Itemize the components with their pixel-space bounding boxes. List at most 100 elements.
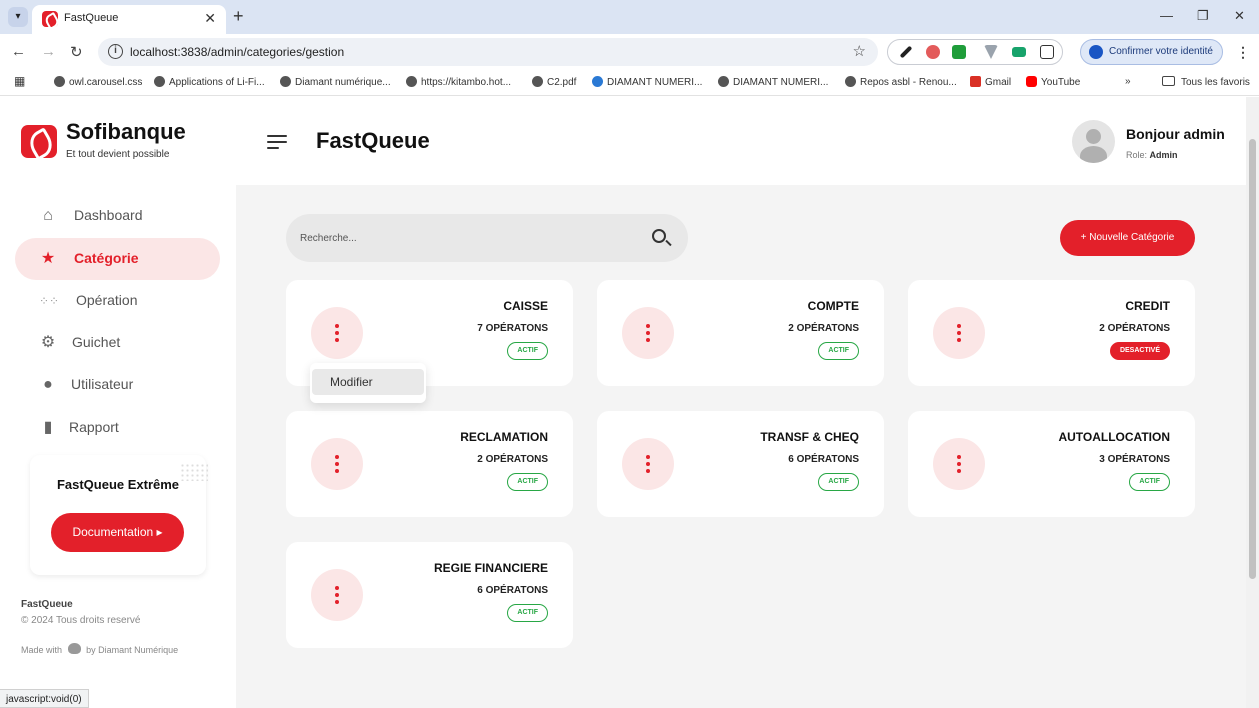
globe-icon — [718, 76, 729, 87]
site-info-icon[interactable]: i — [108, 44, 123, 59]
confirm-identity-button[interactable]: Confirmer votre identité — [1080, 39, 1223, 65]
tab-close-icon[interactable]: ✕ — [204, 10, 216, 27]
forward-icon[interactable]: → — [41, 43, 56, 60]
more-options-icon[interactable] — [311, 569, 363, 621]
category-name: AUTOALLOCATION — [1058, 430, 1170, 444]
sidebar-item-rapport[interactable]: ▮ Rapport — [15, 407, 220, 449]
status-badge: ACTIF — [818, 473, 859, 491]
user-greeting: Bonjour admin — [1126, 126, 1225, 142]
operations-count: 2 OPÉRATONS — [1099, 323, 1170, 334]
bookmarks-bar: ▦ owl.carousel.css Applications of Li-Fi… — [0, 70, 1259, 96]
footer-credit: Made with by Diamant Numérique — [21, 643, 179, 655]
status-badge: ACTIF — [507, 342, 548, 360]
document-icon: ▮ — [43, 419, 53, 436]
category-card: CREDIT 2 OPÉRATONS DESACTIVÉ — [908, 280, 1195, 386]
more-options-icon[interactable] — [933, 307, 985, 359]
bookmark-item[interactable]: YouTube — [1026, 76, 1080, 88]
sidebar-item-dashboard[interactable]: ⌂ Dashboard — [15, 195, 220, 237]
brand-name: Sofibanque — [66, 119, 186, 144]
main-content: + Nouvelle Catégorie CAISSE 7 OPÉRATONS … — [236, 185, 1255, 708]
page-scrollbar[interactable] — [1246, 97, 1259, 708]
user-icon: ● — [43, 376, 53, 393]
back-icon[interactable]: ← — [11, 43, 26, 60]
list-extension-icon[interactable] — [1012, 47, 1026, 57]
user-role: Role: Admin — [1126, 150, 1178, 160]
address-bar[interactable]: i localhost:3838/admin/categories/gestio… — [98, 38, 878, 66]
bookmark-item[interactable]: owl.carousel.css — [54, 76, 142, 88]
gear-icon: ⚙ — [40, 334, 56, 351]
category-name: TRANSF & CHEQ — [760, 430, 859, 444]
category-name: RECLAMATION — [460, 430, 548, 444]
more-options-icon[interactable] — [933, 438, 985, 490]
youtube-icon — [1026, 76, 1037, 87]
apps-grid-icon[interactable]: ▦ — [14, 74, 25, 88]
restore-icon[interactable]: ❐ — [1197, 8, 1209, 24]
bookmark-item[interactable]: C2.pdf — [532, 76, 576, 88]
bookmark-item[interactable]: DIAMANT NUMERI... — [592, 76, 702, 88]
sidebar-item-label: Utilisateur — [71, 376, 134, 392]
gmail-icon — [970, 76, 981, 87]
page-header: FastQueue Bonjour admin Role: Admin — [236, 97, 1259, 185]
star-icon: ★ — [40, 250, 56, 267]
category-name: CREDIT — [1125, 299, 1170, 313]
category-card: TRANSF & CHEQ 6 OPÉRATONS ACTIF — [597, 411, 884, 517]
bookmarks-overflow-button[interactable]: » — [1125, 76, 1131, 87]
sidebar-item-guichet[interactable]: ⚙ Guichet — [15, 322, 220, 364]
avatar[interactable] — [1072, 120, 1115, 163]
bookmark-item[interactable]: https://kitambo.hot... — [406, 76, 511, 88]
sidebar-item-categorie[interactable]: ★ Catégorie — [15, 238, 220, 280]
globe-icon — [54, 76, 65, 87]
promo-title: FastQueue Extrême — [56, 477, 180, 492]
category-name: REGIE FINANCIERE — [433, 561, 548, 575]
more-options-icon[interactable] — [311, 307, 363, 359]
eyedropper-extension-icon[interactable] — [899, 45, 913, 59]
scrollbar-thumb[interactable] — [1249, 139, 1256, 579]
puzzle-extension-icon[interactable] — [1040, 45, 1054, 59]
globe-icon — [845, 76, 856, 87]
status-badge: DESACTIVÉ — [1109, 342, 1170, 360]
new-category-button[interactable]: + Nouvelle Catégorie — [1060, 220, 1195, 256]
search-input[interactable] — [300, 228, 620, 248]
window-close-icon[interactable]: ✕ — [1234, 8, 1245, 24]
bookmark-star-icon[interactable]: ☆ — [853, 42, 866, 60]
all-bookmarks-folder[interactable]: Tous les favoris — [1162, 76, 1250, 88]
browser-tab[interactable]: FastQueue ✕ — [32, 5, 226, 34]
sidebar-item-label: Rapport — [69, 419, 119, 435]
more-options-icon[interactable] — [311, 438, 363, 490]
menu-toggle-icon[interactable] — [267, 135, 287, 149]
sidebar-item-label: Catégorie — [74, 250, 139, 266]
globe-icon — [532, 76, 543, 87]
sidebar-item-label: Opération — [76, 292, 138, 308]
documentation-button[interactable]: Documentation ▸ — [51, 513, 184, 552]
reload-icon[interactable]: ↻ — [70, 43, 83, 61]
minimize-icon[interactable]: — — [1160, 8, 1173, 23]
sidebar-item-label: Dashboard — [74, 207, 143, 223]
globe-icon — [280, 76, 291, 87]
sidebar-item-utilisateur[interactable]: ● Utilisateur — [15, 364, 220, 406]
bookmark-item[interactable]: Diamant numérique... — [280, 76, 391, 88]
operations-count: 2 OPÉRATONS — [477, 454, 548, 465]
browser-status-bar: javascript:void(0) — [0, 689, 89, 708]
browser-toolbar: ← → ↻ i localhost:3838/admin/categories/… — [0, 34, 1259, 70]
bookmark-item[interactable]: DIAMANT NUMERI... — [718, 76, 828, 88]
browser-menu-icon[interactable]: ⋮ — [1236, 44, 1250, 61]
footer-brand: FastQueue — [21, 599, 73, 610]
sidebar-item-operation[interactable]: ⁘⁘ Opération — [15, 280, 220, 322]
shield-extension-icon[interactable] — [926, 45, 940, 59]
search-icon[interactable] — [652, 229, 666, 243]
sidebar-item-label: Guichet — [72, 334, 121, 350]
bookmark-item[interactable]: Applications of Li-Fi... — [154, 76, 265, 88]
extensions-group — [887, 39, 1063, 65]
modify-menu-item[interactable]: Modifier — [312, 369, 424, 395]
bookmark-item[interactable]: Gmail — [970, 76, 1011, 88]
bookmark-item[interactable]: Repos asbl - Renou... — [845, 76, 957, 88]
more-options-icon[interactable] — [622, 307, 674, 359]
globe-icon — [406, 76, 417, 87]
new-extension-icon[interactable] — [952, 45, 966, 59]
vue-extension-icon[interactable] — [984, 45, 998, 59]
tab-search-button[interactable]: ▾ — [8, 7, 28, 27]
new-tab-icon[interactable]: + — [233, 6, 244, 27]
status-badge: ACTIF — [507, 473, 548, 491]
category-name: CAISSE — [503, 299, 548, 313]
more-options-icon[interactable] — [622, 438, 674, 490]
